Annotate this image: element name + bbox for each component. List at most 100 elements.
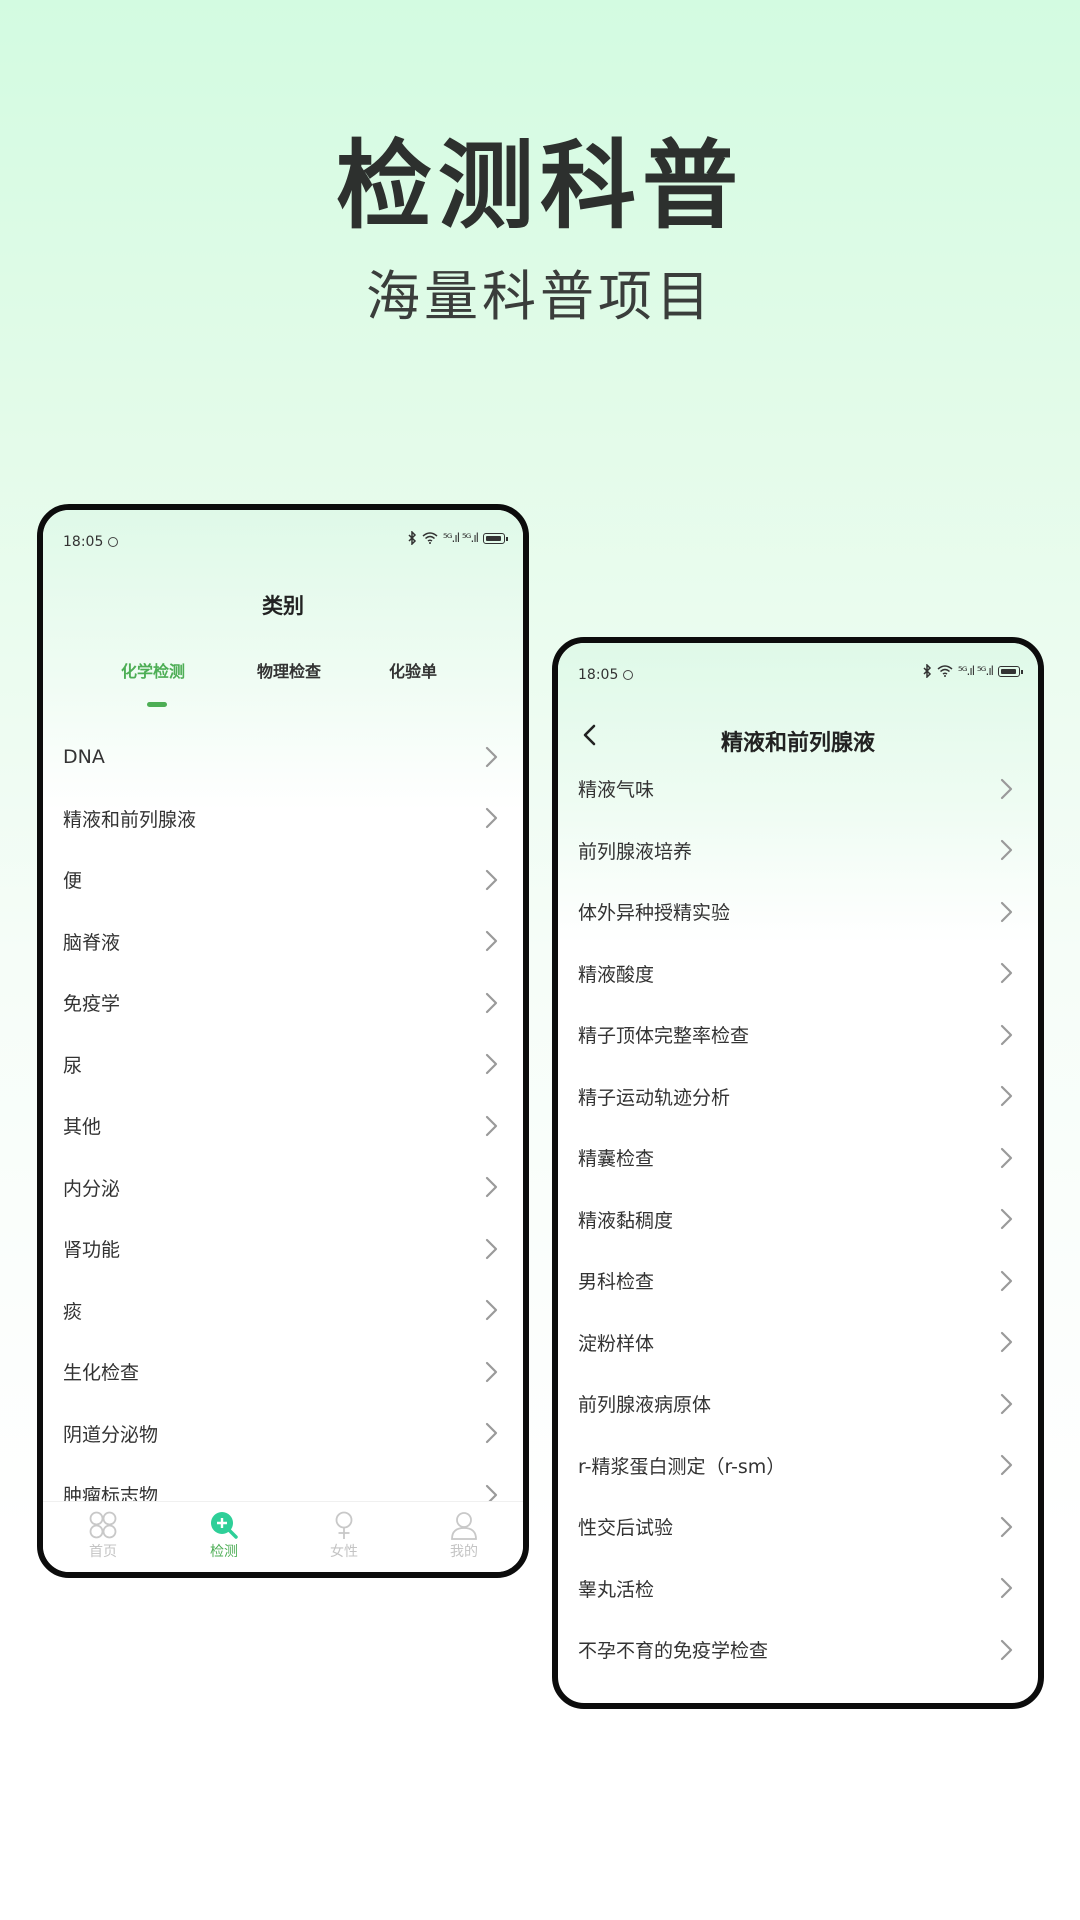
chevron-right-icon [1000, 1270, 1013, 1291]
list-item-label: 肾功能 [63, 1239, 121, 1262]
list-item-label: 脑脊液 [63, 931, 121, 954]
status-time: 18:05 [63, 534, 119, 550]
list-item-label: DNA [63, 745, 105, 768]
subcategory-list: 精液气味前列腺液培养体外异种授精实验 精液酸度精子顶体完整率检查精子运动轨迹分析精… [558, 758, 1038, 1681]
bottom-tab-bar: 首页 检测 女性 我的 [43, 1501, 523, 1572]
list-item-label: 男科检查 [578, 1271, 655, 1294]
list-item-label: 前列腺液培养 [578, 840, 693, 863]
list-item[interactable]: 痰 [43, 1280, 523, 1342]
list-item[interactable]: r-精浆蛋白测定（r-sm） [558, 1435, 1038, 1497]
status-icons: ⁵ᴳ.ıl ⁵ᴳ.ıl [407, 531, 508, 545]
list-item-label: 淀粉样体 [578, 1332, 655, 1355]
chevron-right-icon [1000, 778, 1013, 799]
list-item[interactable]: 尿 [43, 1034, 523, 1096]
list-item[interactable]: 前列腺液病原体 [558, 1373, 1038, 1435]
chevron-right-icon [485, 1177, 498, 1198]
list-item-label: 精囊检查 [578, 1148, 655, 1171]
category-list: DNA 精液和前列腺液便脑脊液 免疫学尿其他 内分泌 肾功能痰生化检查 阴道分泌物 肿瘤标志… [43, 726, 523, 1526]
chevron-right-icon [1000, 1332, 1013, 1353]
page-title: 精液和前列腺液 [720, 731, 875, 756]
wifi-icon [422, 532, 438, 544]
list-item[interactable]: 不孕不育的免疫学检查 [558, 1619, 1038, 1681]
status-bar: 18:05 ⁵ᴳ.ıl ⁵ᴳ.ıl [558, 643, 1038, 691]
location-icon [623, 670, 634, 680]
list-item-label: 免疫学 [63, 993, 121, 1016]
list-item-label: 不孕不育的免疫学检查 [578, 1640, 769, 1663]
list-item-label: 精液酸度 [578, 963, 655, 986]
wifi-icon [937, 665, 953, 677]
chevron-right-icon [1000, 1455, 1013, 1476]
list-item[interactable]: 精液黏稠度 [558, 1189, 1038, 1251]
list-item[interactable]: 精囊检查 [558, 1127, 1038, 1189]
phone-left-frame: 18:05 ⁵ᴳ.ıl ⁵ᴳ.ıl 类别 化学检测 物理检查 化验单 DNA 精液… [37, 504, 529, 1578]
list-item[interactable]: 其他 [43, 1095, 523, 1157]
chevron-right-icon [485, 869, 498, 890]
tabbar-label-mine: 我的 [450, 1544, 478, 1560]
status-icons: ⁵ᴳ.ıl ⁵ᴳ.ıl [922, 664, 1023, 678]
chevron-right-icon [1000, 1639, 1013, 1660]
chevron-right-icon [485, 1423, 498, 1444]
list-item[interactable]: 精子运动轨迹分析 [558, 1066, 1038, 1128]
tabbar-item-mine[interactable]: 我的 [429, 1510, 499, 1561]
list-item-label: 生化检查 [63, 1362, 140, 1385]
chevron-right-icon [485, 1054, 498, 1075]
chevron-right-icon [1000, 1209, 1013, 1230]
signal-icon: ⁵ᴳ.ıl ⁵ᴳ.ıl [957, 664, 994, 678]
list-item[interactable]: 前列腺液培养 [558, 820, 1038, 882]
tab-lab-report[interactable]: 化验单 [389, 658, 437, 682]
list-item[interactable]: 精液和前列腺液 [43, 788, 523, 850]
signal-icon: ⁵ᴳ.ıl ⁵ᴳ.ıl [442, 531, 479, 545]
chevron-right-icon [485, 992, 498, 1013]
list-item-label: 精液黏稠度 [578, 1209, 674, 1232]
list-item-label: 睾丸活检 [578, 1578, 655, 1601]
list-item[interactable]: 便 [43, 849, 523, 911]
list-item[interactable]: DNA [43, 726, 523, 788]
category-tabs: 化学检测 物理检查 化验单 [43, 658, 523, 698]
page-title: 类别 [262, 594, 304, 618]
list-item[interactable]: 淀粉样体 [558, 1312, 1038, 1374]
chevron-right-icon [485, 746, 498, 767]
tab-indicator [147, 702, 167, 707]
user-icon [451, 1512, 477, 1540]
bluetooth-icon [408, 531, 416, 545]
list-item[interactable]: 精液气味 [558, 758, 1038, 820]
list-item[interactable]: 免疫学 [43, 972, 523, 1034]
list-item[interactable]: 睾丸活检 [558, 1558, 1038, 1620]
chevron-right-icon [1000, 1147, 1013, 1168]
chevron-right-icon [1000, 1516, 1013, 1537]
chevron-right-icon [1000, 1393, 1013, 1414]
list-item[interactable]: 精液酸度 [558, 943, 1038, 1005]
hero-subtitle: 海量科普项目 [366, 265, 714, 328]
home-grid-icon [89, 1511, 117, 1539]
phone-right-frame: 18:05 ⁵ᴳ.ıl ⁵ᴳ.ıl 精液和前列腺液 精液气味前列腺液培养体外异种… [552, 637, 1044, 1709]
tabbar-label-detect: 检测 [210, 1544, 238, 1560]
list-item-label: 精子运动轨迹分析 [578, 1086, 731, 1109]
tabbar-item-female[interactable]: 女性 [309, 1510, 379, 1561]
list-item[interactable]: 性交后试验 [558, 1496, 1038, 1558]
list-item-label: 体外异种授精实验 [578, 902, 731, 925]
chevron-right-icon [485, 808, 498, 829]
list-item[interactable]: 体外异种授精实验 [558, 881, 1038, 943]
list-item-label: 精液气味 [578, 779, 655, 802]
tabbar-item-home[interactable]: 首页 [68, 1510, 138, 1561]
tabbar-item-detect[interactable]: 检测 [189, 1510, 259, 1561]
location-icon [108, 537, 119, 547]
chevron-right-icon [485, 1238, 498, 1259]
list-item[interactable]: 脑脊液 [43, 911, 523, 973]
list-item[interactable]: 肾功能 [43, 1218, 523, 1280]
list-item[interactable]: 男科检查 [558, 1250, 1038, 1312]
list-item[interactable]: 内分泌 [43, 1157, 523, 1219]
tabbar-label-female: 女性 [330, 1544, 358, 1560]
list-item[interactable]: 精子顶体完整率检查 [558, 1004, 1038, 1066]
status-bar: 18:05 ⁵ᴳ.ıl ⁵ᴳ.ıl [43, 510, 523, 558]
list-item[interactable]: 生化检查 [43, 1341, 523, 1403]
tab-chemical[interactable]: 化学检测 [121, 658, 185, 682]
list-item-label: 其他 [63, 1116, 102, 1139]
list-item-label: 尿 [63, 1054, 83, 1077]
tab-physical[interactable]: 物理检查 [257, 658, 321, 682]
list-item[interactable]: 阴道分泌物 [43, 1403, 523, 1465]
chevron-right-icon [485, 1300, 498, 1321]
list-item-label: 痰 [63, 1300, 83, 1323]
list-item-label: 精液和前列腺液 [63, 808, 197, 831]
hero-title: 检测科普 [336, 130, 744, 242]
